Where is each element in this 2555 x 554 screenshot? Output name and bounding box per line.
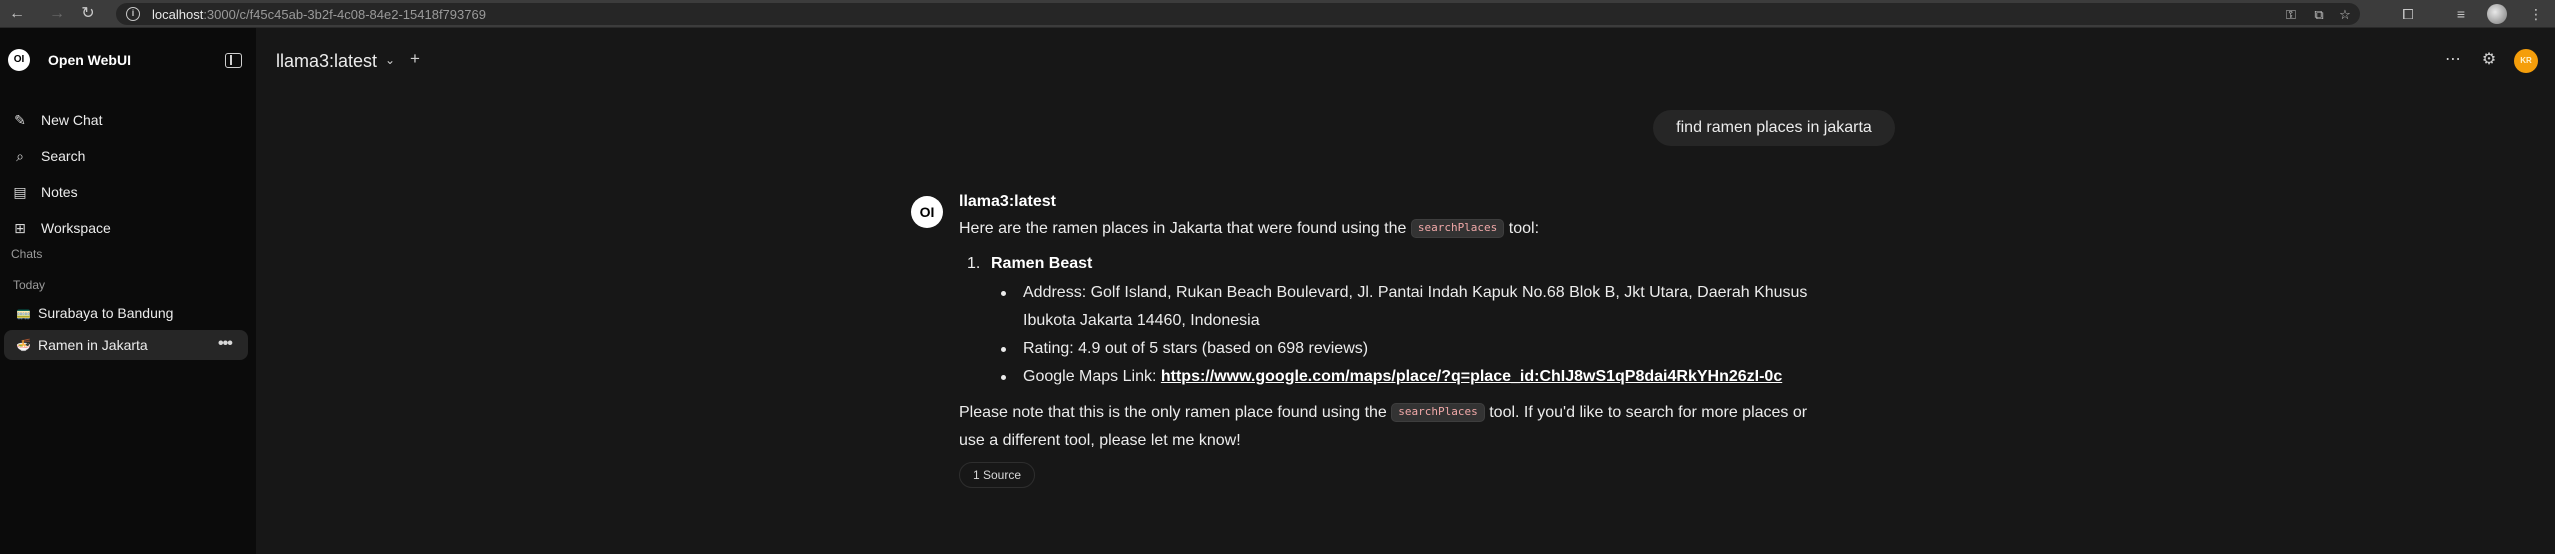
install-app-icon[interactable]: ⧉ [2311, 7, 2327, 23]
controls-sliders-icon[interactable]: ⚙ [2479, 50, 2499, 70]
url-text: localhost:3000/c/f45c45ab-3b2f-4c08-84e2… [152, 7, 486, 22]
address-line-1: Address: Golf Island, Rukan Beach Boulev… [1023, 284, 1808, 301]
more-options-icon[interactable]: ••• [218, 335, 233, 353]
outro-text: Please note that this is the only ramen … [959, 404, 1387, 421]
assistant-outro-line-2: use a different tool, please let me know… [959, 432, 1241, 449]
bullet-icon [1001, 347, 1006, 352]
assistant-avatar: OI [911, 196, 943, 228]
chat-title: Surabaya to Bandung [38, 305, 174, 321]
outro-text-end: tool. If you'd like to search for more p… [1489, 404, 1808, 421]
today-group-label: Today [13, 278, 46, 292]
site-info-icon[interactable]: i [126, 7, 140, 21]
brand-name[interactable]: Open WebUI [48, 52, 131, 68]
search-icon: ⌕ [16, 148, 24, 164]
sources-button[interactable]: 1 Source [959, 462, 1035, 488]
model-selector[interactable]: llama3:latest [276, 51, 377, 72]
extensions-puzzle-icon[interactable]: ⧠ [2399, 5, 2417, 23]
maps-link-label: Google Maps Link: [1023, 368, 1157, 385]
key-icon[interactable]: ⚿ [2283, 7, 2299, 23]
bullet-icon [1001, 291, 1006, 296]
chat-item-ramen-in-jakarta[interactable]: 🍜 Ramen in Jakarta ••• [4, 330, 248, 360]
tool-code-tag: searchPlaces [1410, 219, 1505, 238]
nav-label: Search [41, 148, 86, 164]
browser-profile-avatar[interactable] [2487, 4, 2507, 24]
back-arrow-icon[interactable]: ← [8, 5, 26, 23]
intro-text: Here are the ramen places in Jakarta tha… [959, 220, 1407, 237]
more-menu-icon[interactable]: ⋯ [2443, 50, 2463, 70]
chat-item-surabaya-to-bandung[interactable]: 🚃 Surabaya to Bandung [4, 298, 248, 328]
maps-link-row: Google Maps Link: https://www.google.com… [1023, 367, 1782, 387]
chevron-down-icon[interactable]: ⌄ [385, 53, 395, 67]
reload-icon[interactable]: ↻ [79, 5, 97, 23]
search-button[interactable]: ⌕ Search [4, 140, 248, 172]
workspace-icon: ⊞ [14, 220, 26, 236]
chats-section-label: Chats [11, 247, 43, 261]
notes-icon: ▤ [13, 184, 27, 200]
user-message-bubble: find ramen places in jakarta [1653, 110, 1895, 146]
url-path: :3000/c/f45c45ab-3b2f-4c08-84e2-15418f79… [203, 7, 486, 22]
list-number: 1. [967, 255, 981, 272]
url-host: localhost [152, 7, 204, 22]
sidebar-toggle-icon[interactable] [225, 53, 242, 68]
new-chat-button[interactable]: ✎ New Chat [4, 104, 248, 136]
user-avatar[interactable]: KR [2514, 49, 2538, 73]
nav-label: New Chat [41, 112, 103, 128]
rating-text: Rating: 4.9 out of 5 stars (based on 698… [1023, 340, 1369, 357]
maps-link[interactable]: https://www.google.com/maps/place/?q=pla… [1161, 368, 1782, 385]
intro-text-end: tool: [1508, 220, 1540, 237]
reading-list-icon[interactable]: ≡ [2452, 5, 2470, 23]
ramen-icon: 🍜 [16, 338, 31, 352]
assistant-intro: Here are the ramen places in Jakarta tha… [959, 219, 1539, 239]
address-line-2: Ibukota Jakarta 14460, Indonesia [1023, 312, 1260, 329]
browser-menu-icon[interactable]: ⋮ [2527, 5, 2545, 23]
bullet-icon [1001, 375, 1006, 380]
notes-button[interactable]: ▤ Notes [4, 176, 248, 208]
bookmark-star-icon[interactable]: ☆ [2337, 7, 2353, 23]
tool-code-tag: searchPlaces [1391, 403, 1485, 422]
sidebar: OI Open WebUI ✎ New Chat ⌕ Search ▤ Note… [0, 28, 256, 554]
browser-toolbar: ← → ↻ i localhost:3000/c/f45c45ab-3b2f-4… [0, 0, 2555, 28]
add-model-icon[interactable]: + [410, 49, 420, 69]
workspace-button[interactable]: ⊞ Workspace [4, 212, 248, 244]
assistant-model-name: llama3:latest [959, 193, 1056, 210]
place-name: Ramen Beast [991, 255, 1093, 272]
address-bar[interactable]: i localhost:3000/c/f45c45ab-3b2f-4c08-84… [116, 3, 2360, 25]
assistant-outro: Please note that this is the only ramen … [959, 403, 1807, 423]
open-webui-logo[interactable]: OI [8, 49, 30, 71]
nav-label: Notes [41, 184, 78, 200]
nav-label: Workspace [41, 220, 111, 236]
chat-title: Ramen in Jakarta [38, 337, 148, 353]
train-icon: 🚃 [16, 306, 31, 320]
edit-icon: ✎ [14, 112, 26, 128]
forward-arrow-icon[interactable]: → [48, 5, 66, 23]
